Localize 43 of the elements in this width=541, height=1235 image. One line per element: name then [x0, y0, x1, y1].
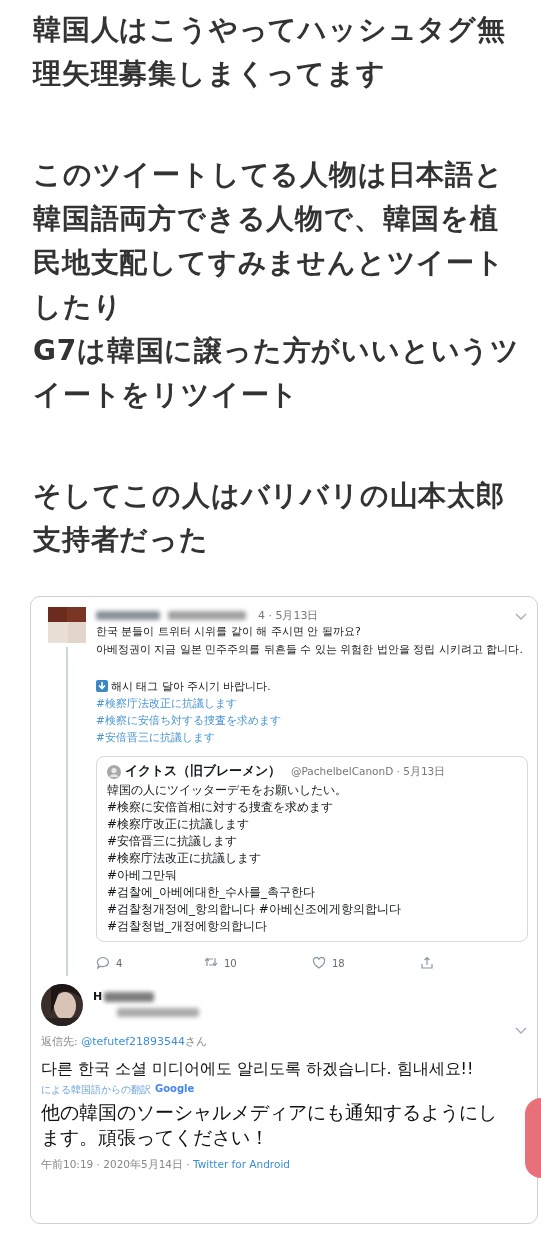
- chevron-icon: [515, 613, 527, 621]
- tweet-text: 한국 분들이 트위터 시위를 같이 해 주시면 안 될까요? 아베정권이 지금 일본 민주주의를 뒤흔들 수 있는 위험한 법안을 정립 시키려고 합니다.: [96, 624, 524, 658]
- reply-to-text: 返信先: @tefutef21893544さん: [41, 1034, 208, 1049]
- mention-link[interactable]: @tefutef21893544: [81, 1035, 186, 1048]
- paragraph: このツイートしてる人物は日本語と韓国語両方できる人物で、韓国を植民地支配してすみませんとツイートしたり G7は韓国に譲った方がいいというツイートをリツイート: [33, 157, 522, 413]
- tweet-date: 4 · 5月13日: [258, 607, 319, 623]
- source-link[interactable]: Twitter for Android: [193, 1158, 290, 1170]
- chevron-icon: [515, 1027, 527, 1035]
- tweet-text: 다른 한국 소셜 미디어에도 알리도록 하겠습니다. 힘내세요!!: [41, 1058, 475, 1080]
- paragraph: 韓国人はこうやってハッシュタグ無理矢理募集しまくってます: [33, 12, 507, 92]
- like-count: 18: [332, 957, 345, 969]
- google-logo: Google: [155, 1083, 195, 1096]
- reply-count: 4: [116, 957, 123, 969]
- tweet-text: #検察に安倍首相に対する捜査を求めます: [107, 799, 335, 816]
- blurred-name: [104, 991, 155, 1002]
- tweet-text: #아베그만둬: [107, 867, 179, 884]
- user-name: イクトス（旧ブレーメン）: [125, 763, 281, 780]
- hashtag-link[interactable]: #検察庁法改正に抗議します: [96, 695, 528, 712]
- reply-icon: [96, 956, 110, 970]
- tweet-text: #검찰청법_개정에항의합니다: [107, 918, 269, 935]
- retweet-count: 10: [224, 957, 237, 969]
- translated-text: 他の韓国のソーシャルメディアにも通知するようにします。頑張ってください！: [41, 1101, 498, 1150]
- tweet-text: #検察庁改正に抗議します: [107, 816, 251, 833]
- paragraph: そしてこの人はバリバリの山本太郎支持者だった: [33, 478, 506, 558]
- tweet-text: #安倍晋三に抗議します: [107, 833, 239, 850]
- heart-icon: [312, 956, 326, 970]
- translation-label: による韓国語からの翻訳: [41, 1083, 151, 1097]
- quoted-tweet[interactable]: イクトス（旧ブレーメン） @PachelbelCanonD · 5月13日 韓国の人にツイッターデモをお願いしたい。 #検察に安倍首相に対する捜査を求めます #検察庁改正に抗議します #安倍晋三に抗議します #検察庁法改正に抗議します #아베그만둬 #검찰에_아베에대한_수사를_촉구한다 #검찰청개정에_항의합니다 #아베신조에게항의합니다 #검찰청법_개정에항의합니다: [96, 756, 528, 942]
- share-icon: [420, 956, 434, 970]
- handle-date: @PachelbelCanonD · 5月13日: [291, 764, 446, 779]
- tweet-text: 韓国の人にツイッターデモをお願いしたい。: [107, 782, 348, 799]
- hashtag-link[interactable]: #検察に安倍ち対する捜査を求めます: [96, 712, 528, 729]
- blurred-name: [96, 610, 160, 620]
- floating-button[interactable]: [525, 1098, 541, 1178]
- tweet-text: #검찰청개정에_항의합니다 #아베신조에게항의합니다: [107, 901, 402, 918]
- user-icon: [107, 764, 121, 779]
- hashtag-link[interactable]: #安倍晋三に抗議します: [96, 729, 528, 746]
- timestamp: 午前10:19 · 2020年5月14日 · Twitter for Android: [41, 1158, 291, 1172]
- tweet-text: #検察庁法改正に抗議します: [107, 850, 263, 867]
- user-name: H: [93, 990, 103, 1003]
- down-arrow-icon: [96, 680, 108, 692]
- tweet-text: #검찰에_아베에대한_수사를_촉구한다: [107, 884, 317, 901]
- tweet-text: 해시 태그 달아 주시기 바랍니다.: [111, 679, 271, 694]
